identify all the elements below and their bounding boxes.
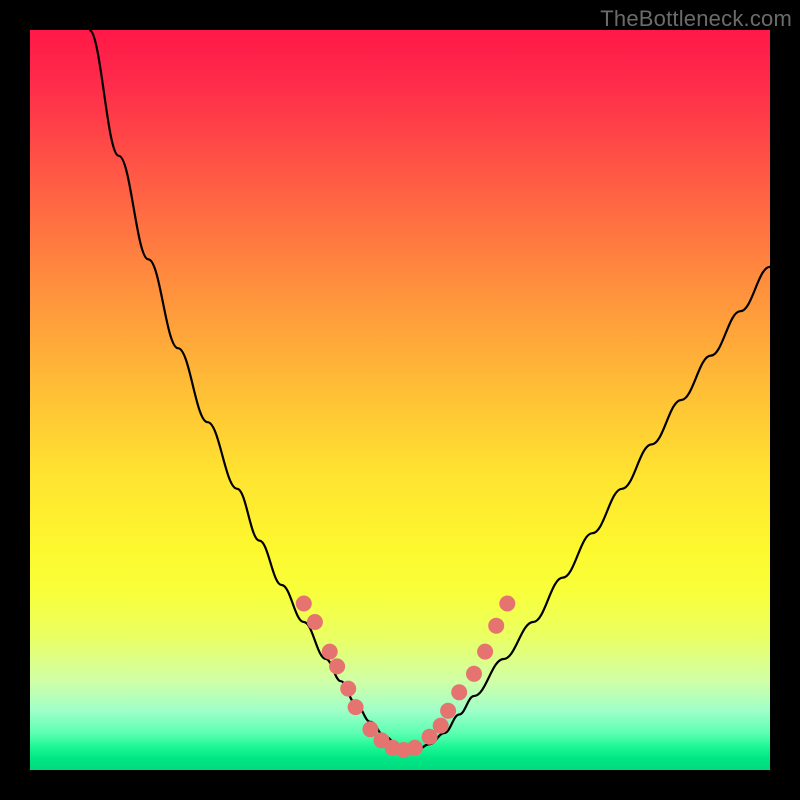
- watermark-text: TheBottleneck.com: [600, 6, 792, 32]
- highlight-dot: [296, 596, 312, 612]
- highlight-dot: [488, 618, 504, 634]
- highlight-dots: [296, 596, 516, 759]
- highlight-dot: [307, 614, 323, 630]
- highlight-dot: [499, 596, 515, 612]
- highlight-dot: [451, 684, 467, 700]
- highlight-dot: [329, 658, 345, 674]
- highlight-dot: [477, 644, 493, 660]
- highlight-dot: [440, 703, 456, 719]
- highlight-dot: [466, 666, 482, 682]
- outer-frame: TheBottleneck.com: [0, 0, 800, 800]
- highlight-dot: [322, 644, 338, 660]
- highlight-dot: [433, 718, 449, 734]
- highlight-dot: [348, 699, 364, 715]
- highlight-dot: [407, 740, 423, 756]
- highlight-dot: [340, 681, 356, 697]
- plot-area: [30, 30, 770, 770]
- bottleneck-curve: [89, 30, 770, 752]
- curve-svg: [30, 30, 770, 770]
